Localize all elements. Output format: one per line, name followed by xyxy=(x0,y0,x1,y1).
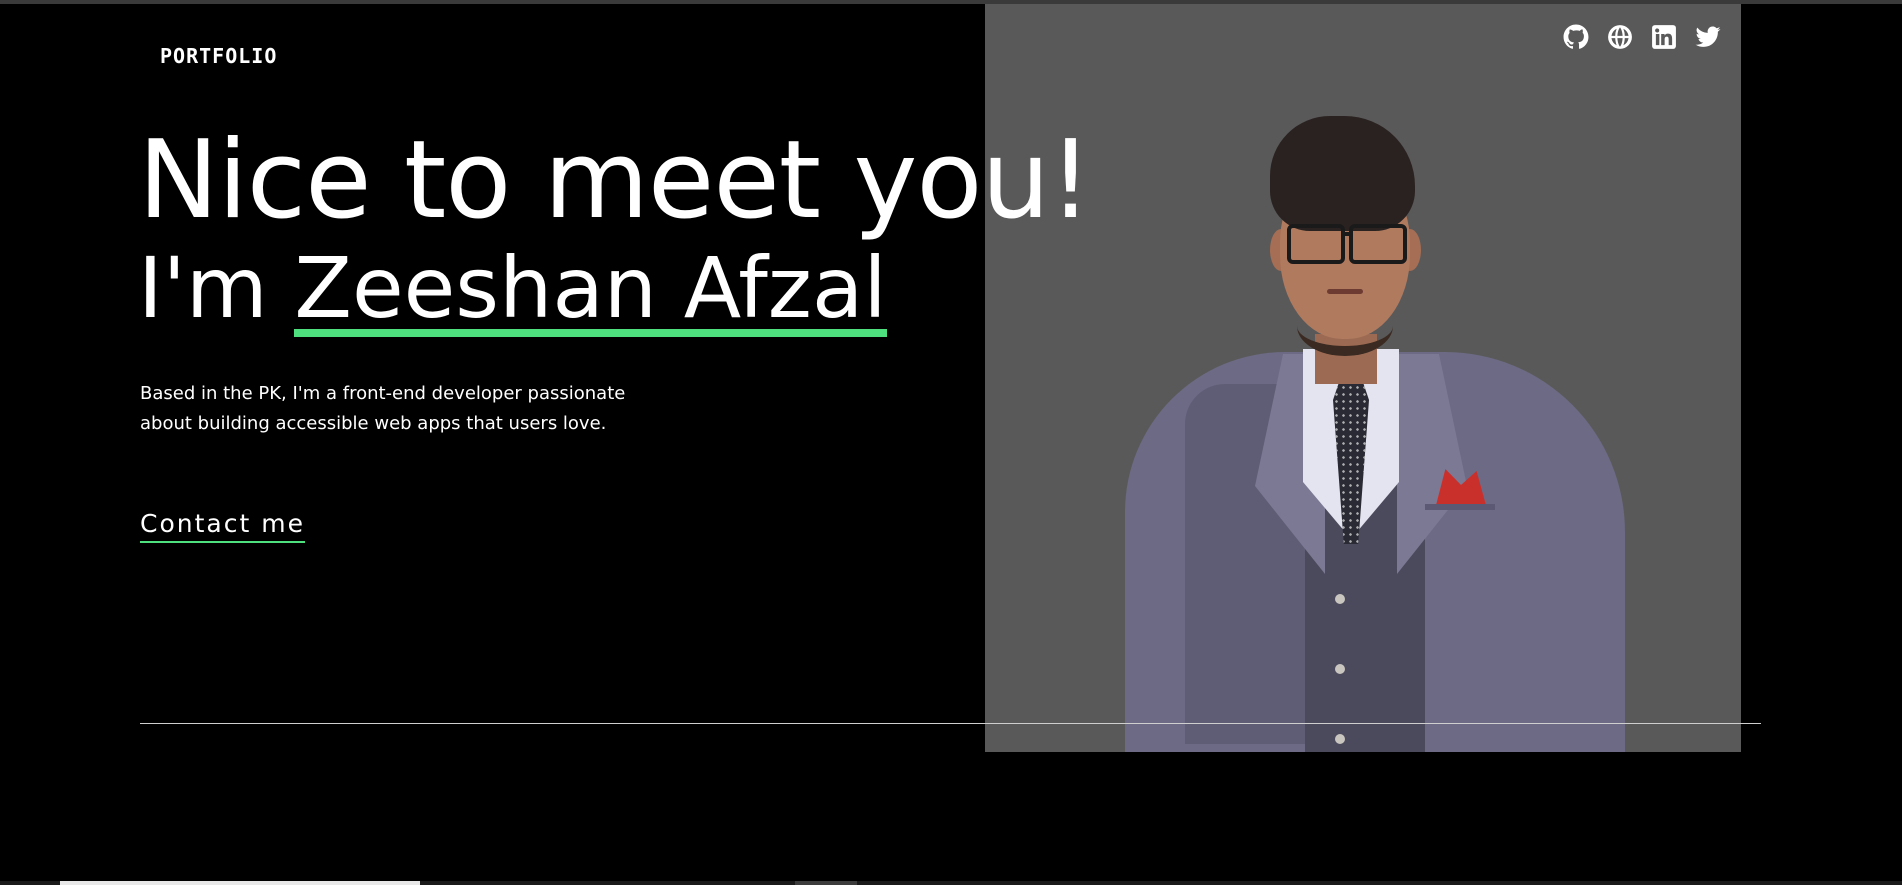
linkedin-icon xyxy=(1652,25,1676,49)
hero-section: PORTFOLIO Nice to meet you! I'm Zeeshan … xyxy=(0,4,1902,885)
horizontal-scrollbar-thumb[interactable] xyxy=(60,881,420,885)
bio-text: Based in the PK, I'm a front-end develop… xyxy=(140,383,626,434)
website-link[interactable] xyxy=(1607,24,1633,50)
name-heading: I'm Zeeshan Afzal xyxy=(138,244,887,337)
contact-me-link[interactable]: Contact me xyxy=(140,509,305,543)
twitter-link[interactable] xyxy=(1695,24,1721,50)
name-prefix: I'm xyxy=(138,239,295,337)
github-icon xyxy=(1563,24,1589,49)
github-link[interactable] xyxy=(1563,24,1589,50)
site-brand[interactable]: PORTFOLIO xyxy=(160,44,277,68)
social-links xyxy=(1563,24,1721,50)
twitter-icon xyxy=(1695,26,1721,47)
greeting-heading: Nice to meet you! xyxy=(138,118,1092,243)
name-highlight: Zeeshan Afzal xyxy=(294,239,887,337)
scrollbar-marker xyxy=(795,881,857,885)
profile-photo xyxy=(985,4,1741,752)
linkedin-link[interactable] xyxy=(1651,24,1677,50)
globe-icon xyxy=(1608,25,1632,49)
section-divider xyxy=(140,723,1761,724)
person-illustration xyxy=(985,4,1741,752)
